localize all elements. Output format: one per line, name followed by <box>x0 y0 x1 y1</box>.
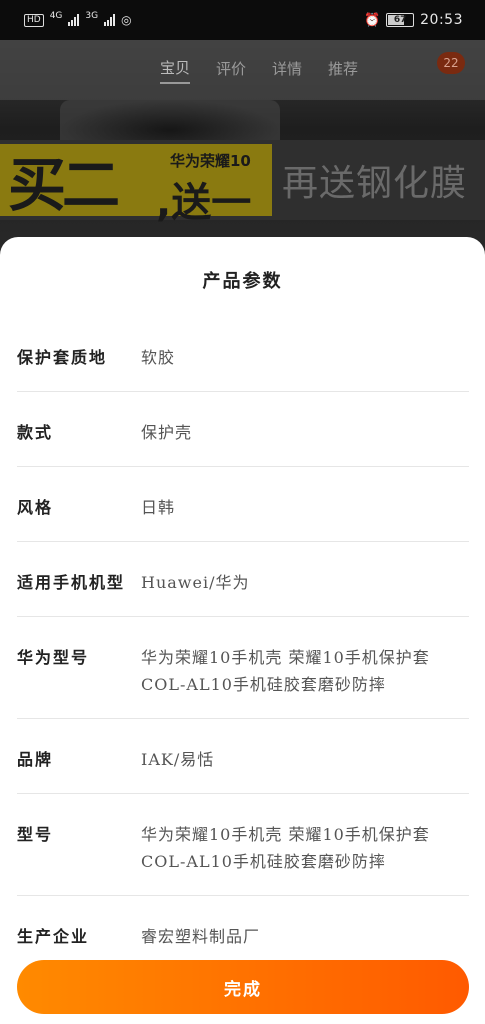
param-label: 生产企业 <box>17 927 90 946</box>
status-left: HD 4G 3G ◎ <box>24 11 132 27</box>
param-label: 品牌 <box>17 750 54 769</box>
promo-big-text: 买二 <box>8 151 120 219</box>
status-right: ⏰ 67 20:53 <box>364 12 463 28</box>
network-type-1: 4G <box>49 11 63 21</box>
param-label: 型号 <box>17 825 54 844</box>
product-background: 宝贝 评价 详情 推荐 22 买二 华为荣耀10 ,送一 再送钢化膜 <box>0 40 485 260</box>
param-value: IAK/易恬 <box>141 750 215 769</box>
param-row: 保护套质地 软胶 <box>17 317 469 392</box>
param-label: 华为型号 <box>17 648 90 667</box>
param-row: 风格 日韩 <box>17 467 469 542</box>
param-value: 软胶 <box>141 348 176 367</box>
param-value: 华为荣耀10手机壳 荣耀10手机保护套COL-AL10手机硅胶套磨砂防摔 <box>141 825 430 871</box>
param-label: 风格 <box>17 498 54 517</box>
clock: 20:53 <box>420 12 463 28</box>
param-value: 睿宏塑料制品厂 <box>141 927 261 946</box>
battery-icon: 67 <box>386 13 415 27</box>
param-value: 华为荣耀10手机壳 荣耀10手机保护套COL-AL10手机硅胶套磨砂防摔 <box>141 648 430 694</box>
param-value: 保护壳 <box>141 423 193 442</box>
param-row: 款式 保护壳 <box>17 392 469 467</box>
param-row: 华为型号 华为荣耀10手机壳 荣耀10手机保护套COL-AL10手机硅胶套磨砂防… <box>17 617 469 719</box>
product-params-sheet: 产品参数 保护套质地 软胶 款式 保护壳 风格 日韩 适用手机机型 Huawei… <box>0 237 485 1024</box>
param-list: 保护套质地 软胶 款式 保护壳 风格 日韩 适用手机机型 Huawei/华为 华… <box>17 317 469 970</box>
status-bar: HD 4G 3G ◎ ⏰ 67 20:53 <box>0 0 485 40</box>
tab-recommend[interactable]: 推荐 <box>328 58 358 83</box>
done-button[interactable]: 完成 <box>17 960 469 1014</box>
cart-badge[interactable]: 22 <box>437 52 465 74</box>
sheet-title: 产品参数 <box>202 271 283 292</box>
promo-right-text: 再送钢化膜 <box>282 163 468 204</box>
signal-icon <box>68 14 80 26</box>
promo-banner: 买二 华为荣耀10 ,送一 再送钢化膜 <box>0 140 485 226</box>
battery-level: 67 <box>393 15 407 25</box>
promo-sub-text: 华为荣耀10 <box>170 152 251 170</box>
param-row: 品牌 IAK/易恬 <box>17 719 469 794</box>
param-row: 适用手机机型 Huawei/华为 <box>17 542 469 617</box>
param-row: 生产企业 睿宏塑料制品厂 <box>17 896 469 970</box>
hd-badge: HD <box>24 13 44 27</box>
tab-reviews[interactable]: 评价 <box>216 58 246 83</box>
signal-icon-2 <box>104 14 116 26</box>
param-label: 保护套质地 <box>17 348 108 367</box>
product-tabs: 宝贝 评价 详情 推荐 <box>0 40 485 100</box>
network-type-2: 3G <box>85 11 99 21</box>
tab-details[interactable]: 详情 <box>272 58 302 83</box>
param-label: 适用手机机型 <box>17 573 126 592</box>
alarm-icon: ⏰ <box>363 12 381 28</box>
param-row: 型号 华为荣耀10手机壳 荣耀10手机保护套COL-AL10手机硅胶套磨砂防摔 <box>17 794 469 896</box>
tab-baobei[interactable]: 宝贝 <box>160 57 191 84</box>
param-value: Huawei/华为 <box>141 573 250 592</box>
param-label: 款式 <box>17 423 54 442</box>
param-value: 日韩 <box>141 498 176 517</box>
promo-yellow-block: 买二 华为荣耀10 ,送一 <box>0 144 272 226</box>
sync-icon: ◎ <box>121 13 132 27</box>
promo-send-text: ,送一 <box>156 180 252 226</box>
